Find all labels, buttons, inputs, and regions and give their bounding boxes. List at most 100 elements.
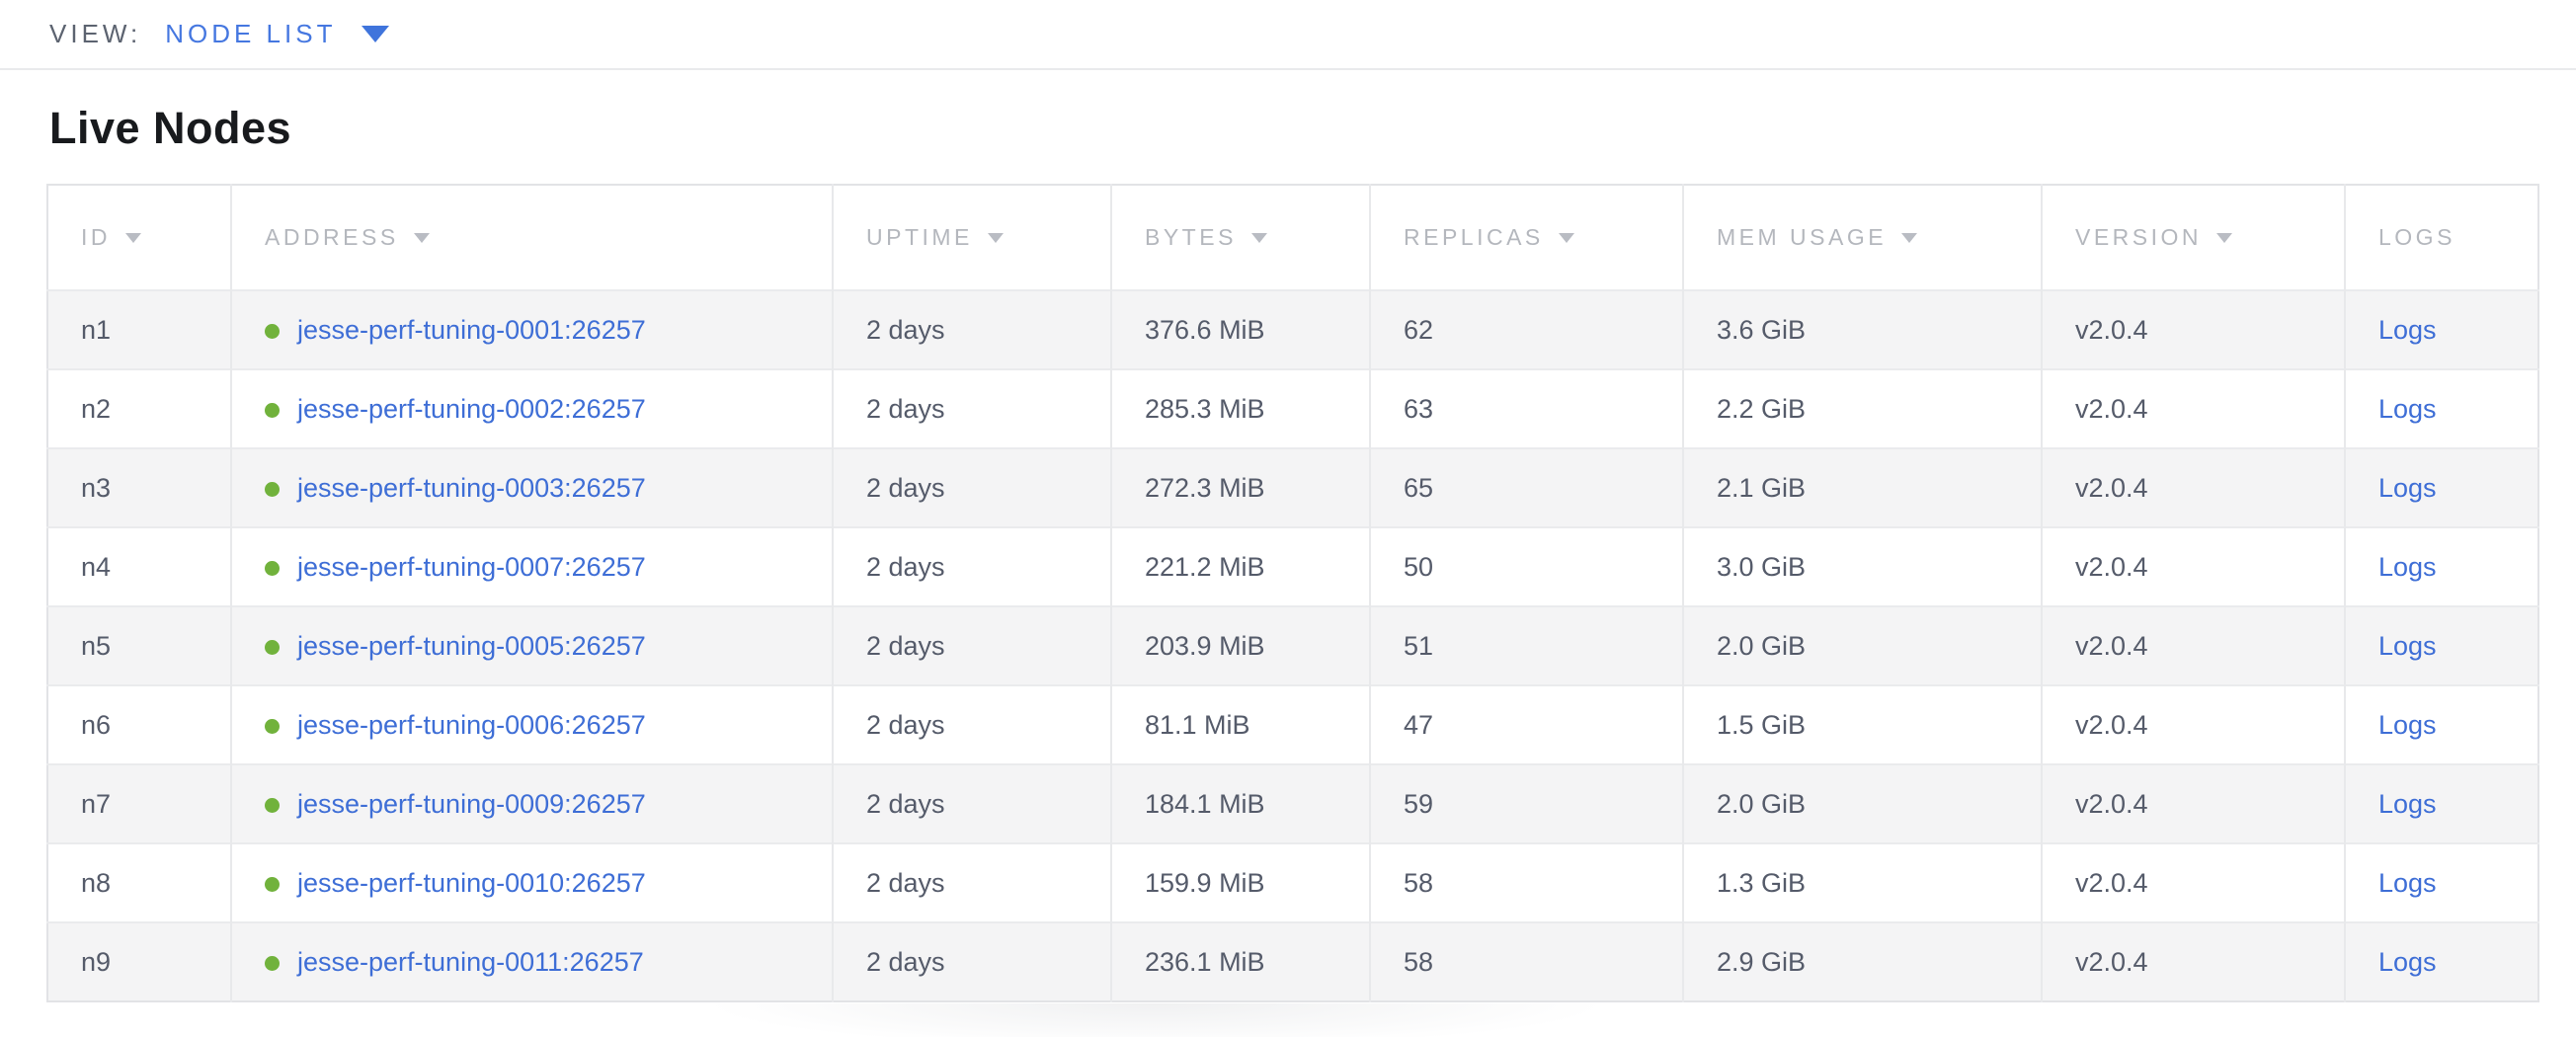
logs-cell: Logs [2345,606,2538,685]
column-header-version[interactable]: VERSION [2042,185,2345,290]
live-nodes-table-container: ID ADDRESS UPTIME BYTES REPLICASMEM USAGEVER… [46,184,2537,1002]
version-cell: v2.0.4 [2042,290,2345,369]
address-link[interactable]: jesse-perf-tuning-0006:26257 [297,710,646,740]
column-header-replicas[interactable]: REPLICAS [1370,185,1683,290]
node-row-n3: n3 jesse-perf-tuning-0003:26257 2 days272.… [47,448,2538,527]
logs-link[interactable]: Logs [2378,947,2437,977]
address-cell: jesse-perf-tuning-0011:26257 [231,922,833,1001]
node-row-n7: n7jesse-perf-tuning-0009:262572 days184.… [47,764,2538,843]
replicas-cell: 63 [1370,369,1683,448]
sort-caret-icon [2216,233,2232,243]
address-cell: jesse-perf-tuning-0003:26257 [231,448,833,527]
below-fold-shadow [514,1003,1798,1037]
mem-usage-cell: 2.0 GiB [1683,606,2042,685]
table-header: ID ADDRESS UPTIME BYTES REPLICASMEM USAGEVER… [47,185,2538,290]
column-header-label: LOGS [2378,224,2455,250]
uptime-cell: 2 days [833,527,1111,606]
live-status-dot-icon [265,324,280,339]
logs-cell: Logs [2345,369,2538,448]
version-cell: v2.0.4 [2042,843,2345,922]
logs-link[interactable]: Logs [2378,552,2437,582]
address-link[interactable]: jesse-perf-tuning-0001:26257 [297,315,646,345]
column-header-label: ADDRESS [265,224,399,250]
column-header-address[interactable]: ADDRESS [231,185,833,290]
mem-usage-cell: 2.9 GiB [1683,922,2042,1001]
column-header-id[interactable]: ID [47,185,231,290]
logs-cell: Logs [2345,922,2538,1001]
bytes-cell: 236.1 MiB [1111,922,1370,1001]
address-link[interactable]: jesse-perf-tuning-0010:26257 [297,868,646,898]
bytes-cell: 272.3 MiB [1111,448,1370,527]
column-header-label: BYTES [1145,224,1237,250]
logs-link[interactable]: Logs [2378,789,2437,819]
column-header-uptime[interactable]: UPTIME [833,185,1111,290]
address-link[interactable]: jesse-perf-tuning-0007:26257 [297,552,646,582]
uptime-cell: 2 days [833,606,1111,685]
logs-cell: Logs [2345,764,2538,843]
mem-usage-cell: 2.0 GiB [1683,764,2042,843]
version-cell: v2.0.4 [2042,764,2345,843]
node-id-cell: n5 [47,606,231,685]
address-cell: jesse-perf-tuning-0002:26257 [231,369,833,448]
live-status-dot-icon [265,403,280,418]
uptime-cell: 2 days [833,448,1111,527]
column-header-mem_usage[interactable]: MEM USAGE [1683,185,2042,290]
live-status-dot-icon [265,798,280,813]
column-header-logs: LOGS [2345,185,2538,290]
uptime-cell: 2 days [833,369,1111,448]
logs-link[interactable]: Logs [2378,394,2437,424]
bytes-cell: 221.2 MiB [1111,527,1370,606]
logs-cell: Logs [2345,290,2538,369]
logs-link[interactable]: Logs [2378,868,2437,898]
uptime-cell: 2 days [833,764,1111,843]
address-cell: jesse-perf-tuning-0001:26257 [231,290,833,369]
live-status-dot-icon [265,877,280,892]
live-status-dot-icon [265,719,280,734]
logs-link[interactable]: Logs [2378,710,2437,740]
view-label: VIEW: [49,19,141,49]
node-row-n2: n2jesse-perf-tuning-0002:262572 days285.… [47,369,2538,448]
live-status-dot-icon [265,956,280,971]
address-cell: jesse-perf-tuning-0007:26257 [231,527,833,606]
node-row-n9: n9jesse-perf-tuning-0011:262572 days236.… [47,922,2538,1001]
version-cell: v2.0.4 [2042,606,2345,685]
bytes-cell: 184.1 MiB [1111,764,1370,843]
uptime-cell: 2 days [833,843,1111,922]
page-title: Live Nodes [0,70,2576,154]
bytes-cell: 376.6 MiB [1111,290,1370,369]
version-cell: v2.0.4 [2042,448,2345,527]
address-link[interactable]: jesse-perf-tuning-0005:26257 [297,631,646,661]
column-header-bytes[interactable]: BYTES [1111,185,1370,290]
mem-usage-cell: 1.3 GiB [1683,843,2042,922]
sort-caret-icon [1901,233,1917,243]
bytes-cell: 285.3 MiB [1111,369,1370,448]
node-row-n6: n6jesse-perf-tuning-0006:262572 days81.1… [47,685,2538,764]
node-id-cell: n3 [47,448,231,527]
caret-down-icon[interactable] [362,26,389,42]
logs-link[interactable]: Logs [2378,473,2437,503]
version-cell: v2.0.4 [2042,922,2345,1001]
view-dropdown[interactable]: NODE LIST [165,19,336,49]
sort-caret-icon [1251,233,1267,243]
replicas-cell: 50 [1370,527,1683,606]
replicas-cell: 58 [1370,843,1683,922]
node-id-cell: n6 [47,685,231,764]
version-cell: v2.0.4 [2042,685,2345,764]
address-cell: jesse-perf-tuning-0009:26257 [231,764,833,843]
address-link[interactable]: jesse-perf-tuning-0009:26257 [297,789,646,819]
address-link[interactable]: jesse-perf-tuning-0011:26257 [297,947,644,977]
mem-usage-cell: 2.1 GiB [1683,448,2042,527]
node-id-cell: n8 [47,843,231,922]
live-status-dot-icon [265,561,280,576]
version-cell: v2.0.4 [2042,527,2345,606]
logs-link[interactable]: Logs [2378,631,2437,661]
bytes-cell: 159.9 MiB [1111,843,1370,922]
mem-usage-cell: 3.6 GiB [1683,290,2042,369]
uptime-cell: 2 days [833,922,1111,1001]
logs-cell: Logs [2345,685,2538,764]
address-link[interactable]: jesse-perf-tuning-0002:26257 [297,394,646,424]
live-nodes-table: ID ADDRESS UPTIME BYTES REPLICASMEM USAGEVER… [46,184,2539,1002]
node-row-n8: n8 jesse-perf-tuning-0010:26257 2 days159.… [47,843,2538,922]
address-link[interactable]: jesse-perf-tuning-0003:26257 [297,473,646,503]
logs-link[interactable]: Logs [2378,315,2437,345]
